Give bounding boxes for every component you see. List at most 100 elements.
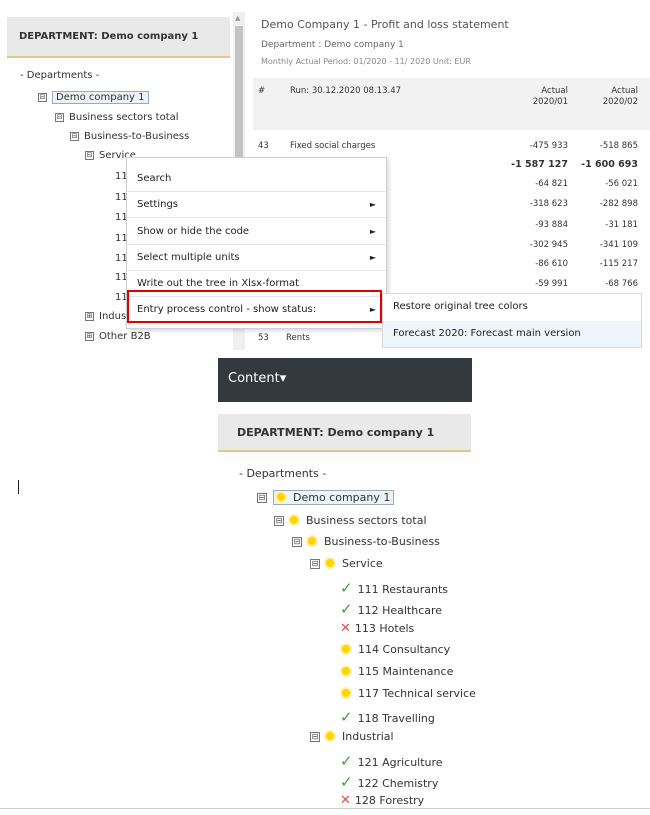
tree-leaf-hotels[interactable]: ✕ 113 Hotels (340, 621, 414, 636)
status-pending-icon (308, 537, 316, 545)
content-menu-button[interactable]: Content▾ (218, 358, 472, 402)
collapse-icon[interactable]: ⊟ (310, 732, 320, 742)
tree-node-industrial[interactable]: ⊟ Industrial (310, 730, 394, 743)
row-value: -115 217 (599, 259, 638, 269)
status-pending-icon (277, 493, 285, 501)
tree-node-label: Demo company 1 (52, 91, 149, 104)
row-value: -518 865 (599, 141, 638, 151)
report-period: Monthly Actual Period: 01/2020 - 11/ 202… (261, 57, 471, 66)
submenu-arrow-icon: ► (369, 305, 376, 314)
department-header: DEPARTMENT: Demo company 1 (218, 414, 471, 452)
menu-item-search[interactable]: Search (127, 166, 386, 192)
report-department: Department : Demo company 1 (261, 40, 404, 50)
row-value: -318 623 (529, 199, 568, 209)
expand-icon[interactable]: ⊞ (85, 332, 94, 341)
tree-leaf-agriculture[interactable]: ✓ 121 Agriculture (340, 752, 443, 770)
collapse-icon[interactable]: ⊟ (55, 113, 64, 122)
tree-node-business-sectors[interactable]: ⊟ Business sectors total (55, 112, 179, 123)
row-value: -93 884 (535, 220, 568, 230)
collapse-icon[interactable]: ⊟ (274, 516, 284, 526)
row-number: 53 (258, 333, 269, 343)
status-pending-icon (290, 516, 298, 524)
collapse-icon[interactable]: ⊟ (292, 537, 302, 547)
row-value: -1 587 127 (511, 159, 568, 170)
tree-node-service[interactable]: ⊟ Service (310, 557, 383, 570)
row-label: Fixed social charges (290, 141, 376, 151)
expand-icon[interactable]: ⊞ (85, 312, 94, 321)
row-value: -86 610 (535, 259, 568, 269)
row-value: -282 898 (599, 199, 638, 209)
report-title: Demo Company 1 - Profit and loss stateme… (261, 18, 509, 31)
status-pending-icon (326, 732, 334, 740)
tree-leaf-chemistry[interactable]: ✓ 122 Chemistry (340, 773, 438, 791)
department-header: DEPARTMENT: Demo company 1 (7, 17, 230, 58)
tree-node-b2b[interactable]: ⊟ Business-to-Business (292, 535, 440, 548)
row-value: -59 991 (535, 279, 568, 289)
collapse-icon[interactable]: ⊟ (38, 93, 47, 102)
status-submenu: Restore original tree colors Forecast 20… (382, 293, 642, 348)
column-actual-1-period: 2020/01 (532, 97, 568, 107)
submenu-item-restore-colors[interactable]: Restore original tree colors (383, 294, 641, 320)
menu-item-select-multiple-units[interactable]: Select multiple units ► (127, 245, 386, 271)
tree-node-business-sectors[interactable]: ⊟ Business sectors total (274, 514, 427, 527)
cross-icon: ✕ (340, 621, 351, 636)
tree-leaf-maintenance[interactable]: 115 Maintenance (342, 665, 453, 678)
report-table-header: # Run: 30.12.2020 08.13.47 Actual 2020/0… (253, 78, 650, 130)
scroll-up-icon[interactable]: ▲ (235, 14, 240, 22)
top-screenshot: DEPARTMENT: Demo company 1 - Departments… (0, 0, 650, 350)
row-value: -1 600 693 (581, 159, 638, 170)
row-number: 43 (258, 141, 269, 151)
column-run: Run: 30.12.2020 08.13.47 (290, 86, 402, 96)
status-pending-icon (342, 667, 350, 675)
context-menu: Search Settings ► Show or hide the code … (126, 157, 387, 329)
tree-leaf-restaurants[interactable]: ✓ 111 Restaurants (340, 579, 448, 597)
tree-node-b2b[interactable]: ⊟ Business-to-Business (70, 131, 189, 142)
collapse-icon[interactable]: ⊟ (310, 559, 320, 569)
cross-icon: ✕ (340, 793, 351, 808)
row-label: Rents (286, 333, 310, 343)
check-icon: ✓ (340, 773, 353, 791)
tree-leaf-consultancy[interactable]: 114 Consultancy (342, 643, 450, 656)
check-icon: ✓ (340, 600, 353, 618)
row-value: -64 821 (535, 179, 568, 189)
check-icon: ✓ (340, 579, 353, 597)
collapse-icon[interactable]: ⊟ (85, 151, 94, 160)
tree-leaf-forestry[interactable]: ✕ 128 Forestry (340, 793, 424, 808)
collapse-icon[interactable]: ⊟ (70, 132, 79, 141)
check-icon: ✓ (340, 752, 353, 770)
column-hash: # (258, 86, 266, 96)
row-value: -31 181 (605, 220, 638, 230)
tree-node-other-b2b[interactable]: ⊞ Other B2B (85, 331, 151, 342)
row-value: -475 933 (529, 141, 568, 151)
tree-leaf-technical-service[interactable]: 117 Technical service (342, 687, 476, 700)
submenu-arrow-icon: ► (369, 200, 376, 209)
tree-node-industrial[interactable]: ⊞ Indust (85, 311, 130, 322)
collapse-icon[interactable]: ⊟ (257, 493, 267, 503)
row-value: -341 109 (599, 240, 638, 250)
tree-root: - Departments - (239, 467, 327, 480)
text-cursor (18, 480, 19, 494)
row-value: -302 945 (529, 240, 568, 250)
tree-node-demo-company[interactable]: ⊟ Demo company 1 (257, 490, 395, 505)
menu-item-entry-process-status[interactable]: Entry process control - show status: ► (127, 297, 386, 323)
submenu-item-forecast-2020[interactable]: Forecast 2020: Forecast main version (383, 321, 641, 347)
tree-root: - Departments - (20, 70, 100, 81)
row-value: -56 021 (605, 179, 638, 189)
column-actual-1: Actual (541, 86, 568, 96)
status-pending-icon (342, 689, 350, 697)
tree-leaf-healthcare[interactable]: ✓ 112 Healthcare (340, 600, 442, 618)
chevron-down-icon: ▾ (279, 371, 287, 386)
menu-item-show-hide-code[interactable]: Show or hide the code ► (127, 219, 386, 245)
check-icon: ✓ (340, 708, 353, 726)
submenu-arrow-icon: ► (369, 253, 376, 262)
column-actual-2: Actual (611, 86, 638, 96)
menu-item-write-xlsx[interactable]: Write out the tree in Xlsx-format (127, 271, 386, 297)
column-actual-2-period: 2020/02 (602, 97, 638, 107)
row-value: -68 766 (605, 279, 638, 289)
tree-leaf-travelling[interactable]: ✓ 118 Travelling (340, 708, 435, 726)
status-pending-icon (342, 645, 350, 653)
menu-item-settings[interactable]: Settings ► (127, 192, 386, 218)
tree-node-demo-company[interactable]: ⊟ Demo company 1 (38, 91, 149, 104)
submenu-arrow-icon: ► (369, 227, 376, 236)
divider (0, 808, 650, 809)
